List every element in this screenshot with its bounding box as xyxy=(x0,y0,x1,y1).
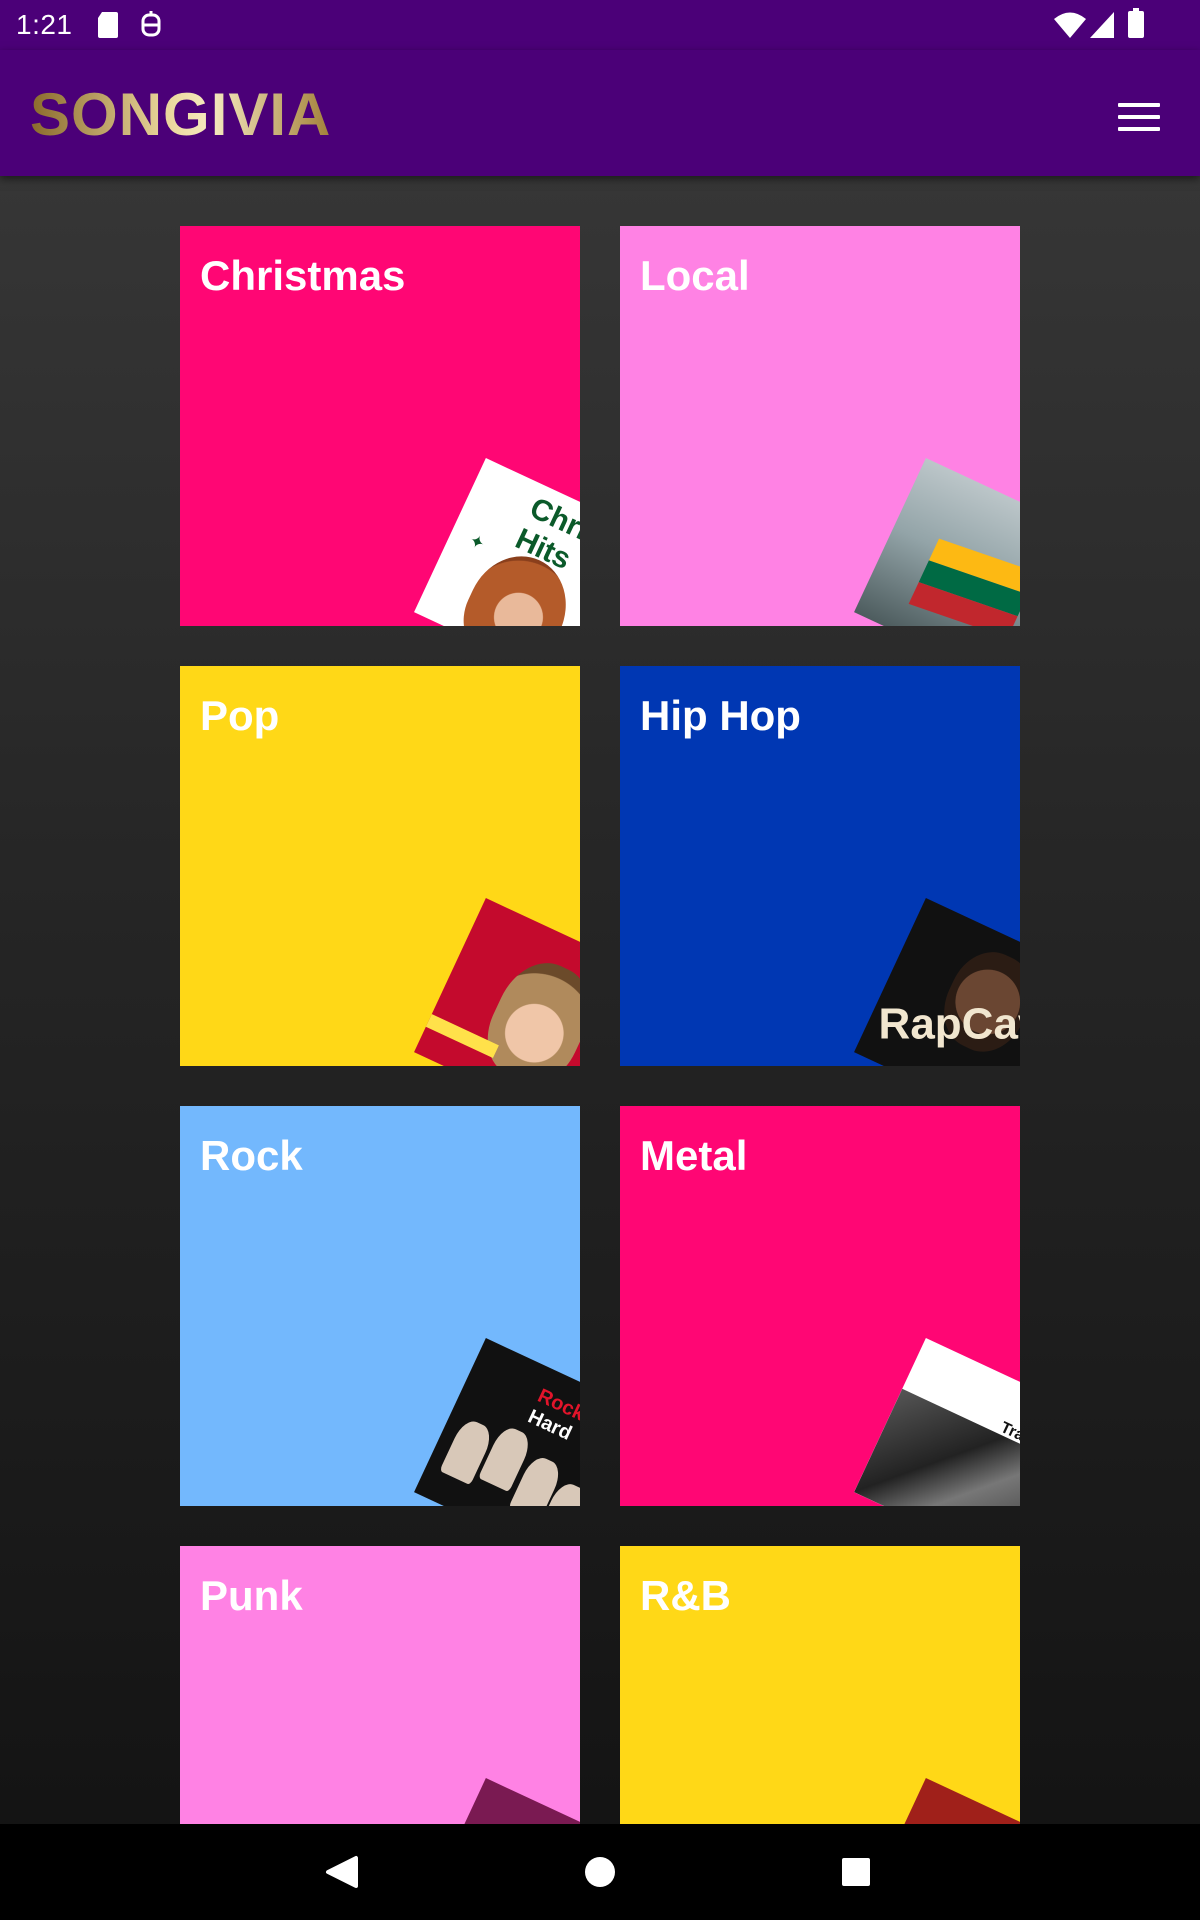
genre-tile-local[interactable]: Local xyxy=(620,226,1020,626)
app-logo[interactable]: SONGIVIA xyxy=(30,80,331,149)
menu-button[interactable] xyxy=(1106,90,1172,144)
cover-art-metal: Tracks xyxy=(854,1338,1020,1506)
genre-tile-rock[interactable]: Rock Rock Hard xyxy=(180,1106,580,1506)
status-bar: 1:21 xyxy=(0,0,1200,50)
hamburger-menu-icon xyxy=(1118,103,1160,107)
system-nav-bar xyxy=(0,1824,1200,1920)
status-time: 1:21 xyxy=(16,9,73,40)
cover-art-hip-hop: RapCaviar xyxy=(854,898,1020,1066)
wifi-icon xyxy=(1054,12,1086,38)
cover-art-local xyxy=(854,458,1020,626)
cover-text: Rock Hard xyxy=(524,1385,580,1468)
genre-label: Hip Hop xyxy=(640,692,801,739)
back-triangle-icon xyxy=(326,1856,358,1888)
genre-label: R&B xyxy=(640,1572,731,1619)
cell-signal-icon xyxy=(1090,12,1114,38)
screen: 1:21 SONGIVIA Christmas Christmas Hits ✦… xyxy=(0,0,1200,1920)
star-icon: ✦ xyxy=(465,529,489,555)
battery-icon xyxy=(1128,8,1144,38)
genre-tile-christmas[interactable]: Christmas Christmas Hits ✦ xyxy=(180,226,580,626)
genre-tile-pop[interactable]: Pop xyxy=(180,666,580,1066)
genre-tile-metal[interactable]: Metal Tracks xyxy=(620,1106,1020,1506)
genre-label: Local xyxy=(640,252,750,299)
hamburger-menu-icon-bar xyxy=(1118,115,1160,119)
genre-label: Metal xyxy=(640,1132,748,1179)
flag-image xyxy=(908,538,1020,626)
home-circle-icon xyxy=(585,1857,615,1887)
robot-icon xyxy=(141,11,161,37)
recents-square-icon xyxy=(842,1858,870,1886)
genre-tile-hip-hop[interactable]: Hip Hop RapCaviar xyxy=(620,666,1020,1066)
genre-label: Rock xyxy=(200,1132,303,1179)
genre-label: Pop xyxy=(200,692,280,739)
hamburger-menu-icon-bar xyxy=(1118,127,1160,131)
back-button[interactable] xyxy=(282,1824,402,1920)
genre-label: Punk xyxy=(200,1572,303,1619)
cover-art-rock: Rock Hard xyxy=(414,1338,580,1506)
home-button[interactable] xyxy=(540,1824,660,1920)
genre-label: Christmas xyxy=(200,252,406,299)
band-photo xyxy=(854,1388,1020,1506)
app-bar: SONGIVIA xyxy=(0,50,1200,176)
recents-button[interactable] xyxy=(796,1824,916,1920)
cover-art-pop xyxy=(414,898,580,1066)
cover-art-christmas: Christmas Hits ✦ xyxy=(414,458,580,626)
cover-text: RapCaviar xyxy=(878,999,1020,1049)
genre-grid: Christmas Christmas Hits ✦ Local Pop Hip… xyxy=(0,176,1200,1920)
sd-card-icon xyxy=(98,12,118,38)
